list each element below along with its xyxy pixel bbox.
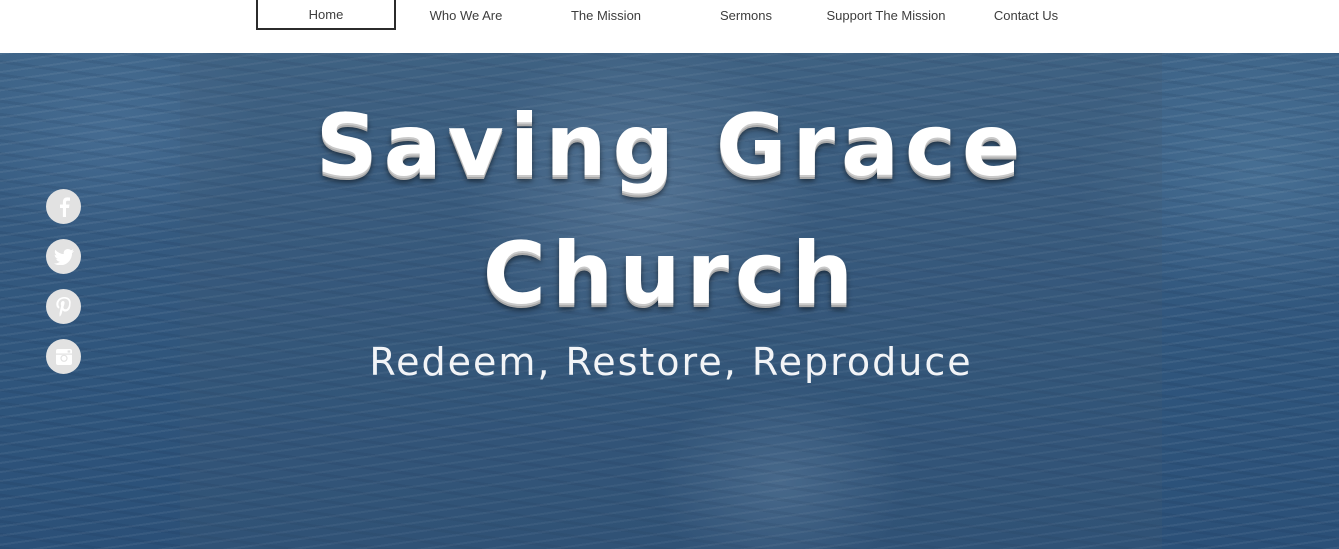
tagline: Redeem, Restore, Reproduce [369, 340, 973, 384]
nav-item-home[interactable]: Home [256, 0, 396, 30]
instagram-icon[interactable] [46, 339, 81, 374]
social-bar [46, 189, 81, 389]
main-nav: Home Who We Are The Mission Sermons Supp… [256, 0, 1096, 30]
nav-item-the-mission[interactable]: The Mission [536, 0, 676, 30]
top-navigation-bar: Home Who We Are The Mission Sermons Supp… [0, 0, 1339, 53]
title-line-2: Church [482, 224, 860, 324]
facebook-icon[interactable] [46, 189, 81, 224]
title-line-1: Saving Grace [315, 96, 1027, 196]
nav-item-sermons[interactable]: Sermons [676, 0, 816, 30]
nav-item-support-the-mission[interactable]: Support The Mission [816, 0, 956, 30]
nav-item-contact-us[interactable]: Contact Us [956, 0, 1096, 30]
twitter-icon[interactable] [46, 239, 81, 274]
pinterest-icon[interactable] [46, 289, 81, 324]
church-title: Saving Grace Church [180, 82, 1162, 338]
nav-item-who-we-are[interactable]: Who We Are [396, 0, 536, 30]
